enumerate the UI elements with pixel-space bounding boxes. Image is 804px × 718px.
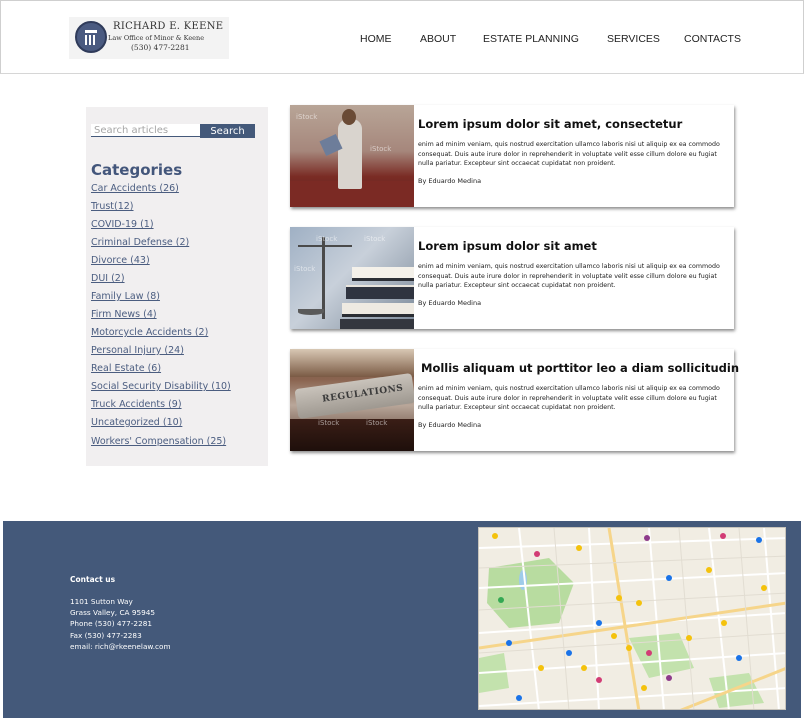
logo-firm-name: RICHARD E. KEENE bbox=[113, 21, 224, 32]
speaker-figure bbox=[338, 119, 362, 189]
contact-heading: Contact us bbox=[70, 575, 116, 584]
search-button[interactable]: Search bbox=[200, 124, 255, 138]
category-link[interactable]: Uncategorized (10) bbox=[91, 417, 231, 435]
post-card[interactable]: iStock iStock Lorem ipsum dolor sit amet… bbox=[290, 105, 734, 207]
category-link[interactable]: COVID-19 (1) bbox=[91, 219, 231, 237]
contact-city-line: Grass Valley, CA 95945 bbox=[70, 608, 156, 618]
category-list: Car Accidents (26) Trust(12) COVID-19 (1… bbox=[91, 183, 231, 454]
category-link[interactable]: Workers' Compensation (25) bbox=[91, 436, 231, 454]
contact-address-line: 1101 Sutton Way bbox=[70, 597, 133, 606]
contact-phone[interactable]: Phone (530) 477-2281 bbox=[70, 619, 171, 630]
category-link[interactable]: Truck Accidents (9) bbox=[91, 399, 231, 417]
scale-beam bbox=[298, 245, 352, 247]
speaker-head bbox=[342, 109, 356, 125]
contact-fax: Fax (530) 477-2283 bbox=[70, 630, 142, 640]
location-map[interactable] bbox=[478, 527, 786, 710]
categories-heading: Categories bbox=[91, 161, 183, 179]
book-shape bbox=[346, 285, 414, 299]
contact-details: 1101 Sutton Way Grass Valley, CA 95945 P… bbox=[70, 597, 171, 653]
book-shape bbox=[352, 267, 414, 281]
book-shape bbox=[342, 303, 414, 317]
post-title[interactable]: Lorem ipsum dolor sit amet bbox=[418, 239, 597, 253]
watermark: iStock bbox=[316, 235, 338, 243]
contact-email[interactable]: email: rich@rkeenelaw.com bbox=[70, 642, 171, 653]
book-base bbox=[290, 419, 414, 451]
post-image-regulations[interactable]: REGULATIONS iStock iStock bbox=[290, 349, 414, 451]
post-author: By Eduardo Medina bbox=[418, 177, 482, 185]
map-graphic bbox=[479, 528, 785, 709]
post-card[interactable]: iStock iStock iStock Lorem ipsum dolor s… bbox=[290, 227, 734, 329]
category-link[interactable]: Car Accidents (26) bbox=[91, 183, 231, 201]
nav-contacts[interactable]: CONTACTS bbox=[684, 33, 741, 45]
firm-logo[interactable]: RICHARD E. KEENE Law Office of Minor & K… bbox=[69, 17, 229, 59]
courthouse-seal-icon bbox=[75, 21, 107, 53]
book-pages bbox=[290, 349, 414, 377]
scale-pole bbox=[322, 237, 325, 319]
nav-about[interactable]: ABOUT bbox=[420, 33, 456, 45]
post-title[interactable]: Mollis aliquam ut porttitor leo a diam s… bbox=[421, 361, 739, 375]
nav-estate-planning[interactable]: ESTATE PLANNING bbox=[483, 33, 579, 45]
post-excerpt: enim ad minim veniam, quis nostrud exerc… bbox=[418, 141, 720, 167]
site-header: RICHARD E. KEENE Law Office of Minor & K… bbox=[0, 0, 804, 74]
category-link[interactable]: Social Security Disability (10) bbox=[91, 381, 231, 399]
category-link[interactable]: Trust(12) bbox=[91, 201, 231, 219]
category-link[interactable]: Family Law (8) bbox=[91, 291, 231, 309]
category-link[interactable]: DUI (2) bbox=[91, 273, 231, 291]
post-author: By Eduardo Medina bbox=[418, 299, 482, 307]
watermark: iStock bbox=[366, 419, 388, 427]
post-title[interactable]: Lorem ipsum dolor sit amet, consectetur bbox=[418, 117, 682, 131]
post-excerpt: enim ad minim veniam, quis nostrud exerc… bbox=[418, 385, 720, 411]
category-link[interactable]: Personal Injury (24) bbox=[91, 345, 231, 363]
post-image-scales[interactable]: iStock iStock iStock bbox=[290, 227, 414, 329]
post-author: By Eduardo Medina bbox=[418, 421, 482, 429]
book-shape bbox=[340, 319, 414, 329]
category-link[interactable]: Divorce (43) bbox=[91, 255, 231, 273]
category-link[interactable]: Criminal Defense (2) bbox=[91, 237, 231, 255]
logo-subtitle: Law Office of Minor & Keene bbox=[108, 34, 205, 42]
watermark: iStock bbox=[318, 419, 340, 427]
category-link[interactable]: Firm News (4) bbox=[91, 309, 231, 327]
site-footer: Contact us 1101 Sutton Way Grass Valley,… bbox=[3, 521, 801, 718]
nav-services[interactable]: SERVICES bbox=[607, 33, 660, 45]
post-card[interactable]: REGULATIONS iStock iStock Mollis aliquam… bbox=[290, 349, 739, 451]
watermark: iStock bbox=[296, 113, 318, 121]
watermark: iStock bbox=[364, 235, 386, 243]
logo-phone: (530) 477-2281 bbox=[131, 43, 190, 52]
post-image-speaker[interactable]: iStock iStock bbox=[290, 105, 414, 207]
category-link[interactable]: Real Estate (6) bbox=[91, 363, 231, 381]
search-input[interactable] bbox=[91, 124, 200, 137]
category-link[interactable]: Motorcycle Accidents (2) bbox=[91, 327, 231, 345]
sidebar: Search Categories Car Accidents (26) Tru… bbox=[86, 107, 268, 466]
scale-pan bbox=[298, 309, 324, 315]
watermark: iStock bbox=[294, 265, 316, 273]
watermark: iStock bbox=[370, 145, 392, 153]
nav-home[interactable]: HOME bbox=[360, 33, 392, 45]
post-excerpt: enim ad minim veniam, quis nostrud exerc… bbox=[418, 263, 720, 289]
